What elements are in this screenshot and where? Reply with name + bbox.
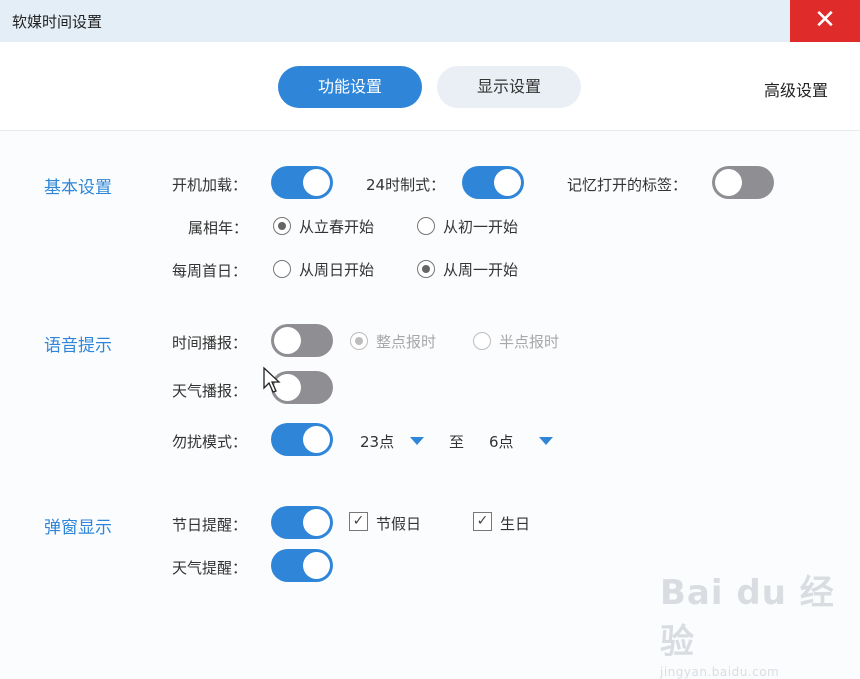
toggle-knob [303,169,330,196]
time-report-label: 时间播报： [172,334,248,352]
weather-reminder-toggle[interactable] [271,549,333,582]
zodiac-radio-lichun[interactable] [273,217,291,235]
dnd-to-value: 6点 [489,433,514,451]
week-start-label: 每周首日： [172,262,248,280]
tab-function-settings[interactable]: 功能设置 [278,66,422,108]
clock24-label: 24时制式： [366,176,446,194]
close-icon: ✕ [814,5,836,35]
week-start-option-sunday: 从周日开始 [299,261,375,279]
dnd-label: 勿扰模式： [172,433,248,451]
chevron-down-icon[interactable] [539,437,553,445]
birthday-checkbox-label: 生日 [500,515,531,533]
birthday-checkbox[interactable]: ✓ [473,512,492,531]
zodiac-option-lichun: 从立春开始 [299,218,375,236]
holiday-checkbox-label: 节假日 [376,515,422,533]
baidu-watermark: Bai du 经验 jingyan.baidu.com [660,565,860,679]
window-title: 软媒时间设置 [12,13,103,31]
holiday-reminder-label: 节日提醒： [172,516,248,534]
weather-report-label: 天气播报： [172,382,248,400]
toggle-knob [494,169,521,196]
holiday-reminder-toggle[interactable] [271,506,333,539]
close-button[interactable]: ✕ [790,0,860,42]
tab-bar: 功能设置 显示设置 高级设置 [0,42,860,131]
zodiac-option-chuyi: 从初一开始 [443,218,519,236]
half-hour-report-radio[interactable] [473,332,491,350]
startup-label: 开机加载： [172,176,248,194]
toggle-knob [303,426,330,453]
hourly-report-radio[interactable] [350,332,368,350]
startup-toggle[interactable] [271,166,333,199]
clock24-toggle[interactable] [462,166,524,199]
holiday-checkbox[interactable]: ✓ [349,512,368,531]
tab-display-settings[interactable]: 显示设置 [437,66,581,108]
dnd-from-value: 23点 [360,433,395,451]
dnd-toggle[interactable] [271,423,333,456]
toggle-knob [274,327,301,354]
zodiac-radio-chuyi[interactable] [417,217,435,235]
week-start-option-monday: 从周一开始 [443,261,519,279]
title-bar: 软媒时间设置 ✕ [0,0,860,42]
zodiac-label: 属相年： [188,219,249,237]
chevron-down-icon[interactable] [410,437,424,445]
remember-tabs-label: 记忆打开的标签： [567,176,688,194]
tab-advanced-settings[interactable]: 高级设置 [764,77,828,101]
remember-tabs-toggle[interactable] [712,166,774,199]
weather-reminder-label: 天气提醒： [172,559,248,577]
mouse-cursor-icon [263,366,281,393]
watermark-url: jingyan.baidu.com [660,665,780,679]
week-start-radio-monday[interactable] [417,260,435,278]
toggle-knob [303,509,330,536]
time-report-toggle[interactable] [271,324,333,357]
half-hour-report-option: 半点报时 [499,333,560,351]
watermark-logo-text: Bai du 经验 [660,573,835,662]
toggle-knob [303,552,330,579]
section-voice-title: 语音提示 [44,336,112,356]
toggle-knob [715,169,742,196]
dnd-to-label: 至 [449,433,465,451]
hourly-report-option: 整点报时 [376,333,437,351]
section-basic-title: 基本设置 [44,178,112,198]
section-popup-title: 弹窗显示 [44,518,112,538]
week-start-radio-sunday[interactable] [273,260,291,278]
